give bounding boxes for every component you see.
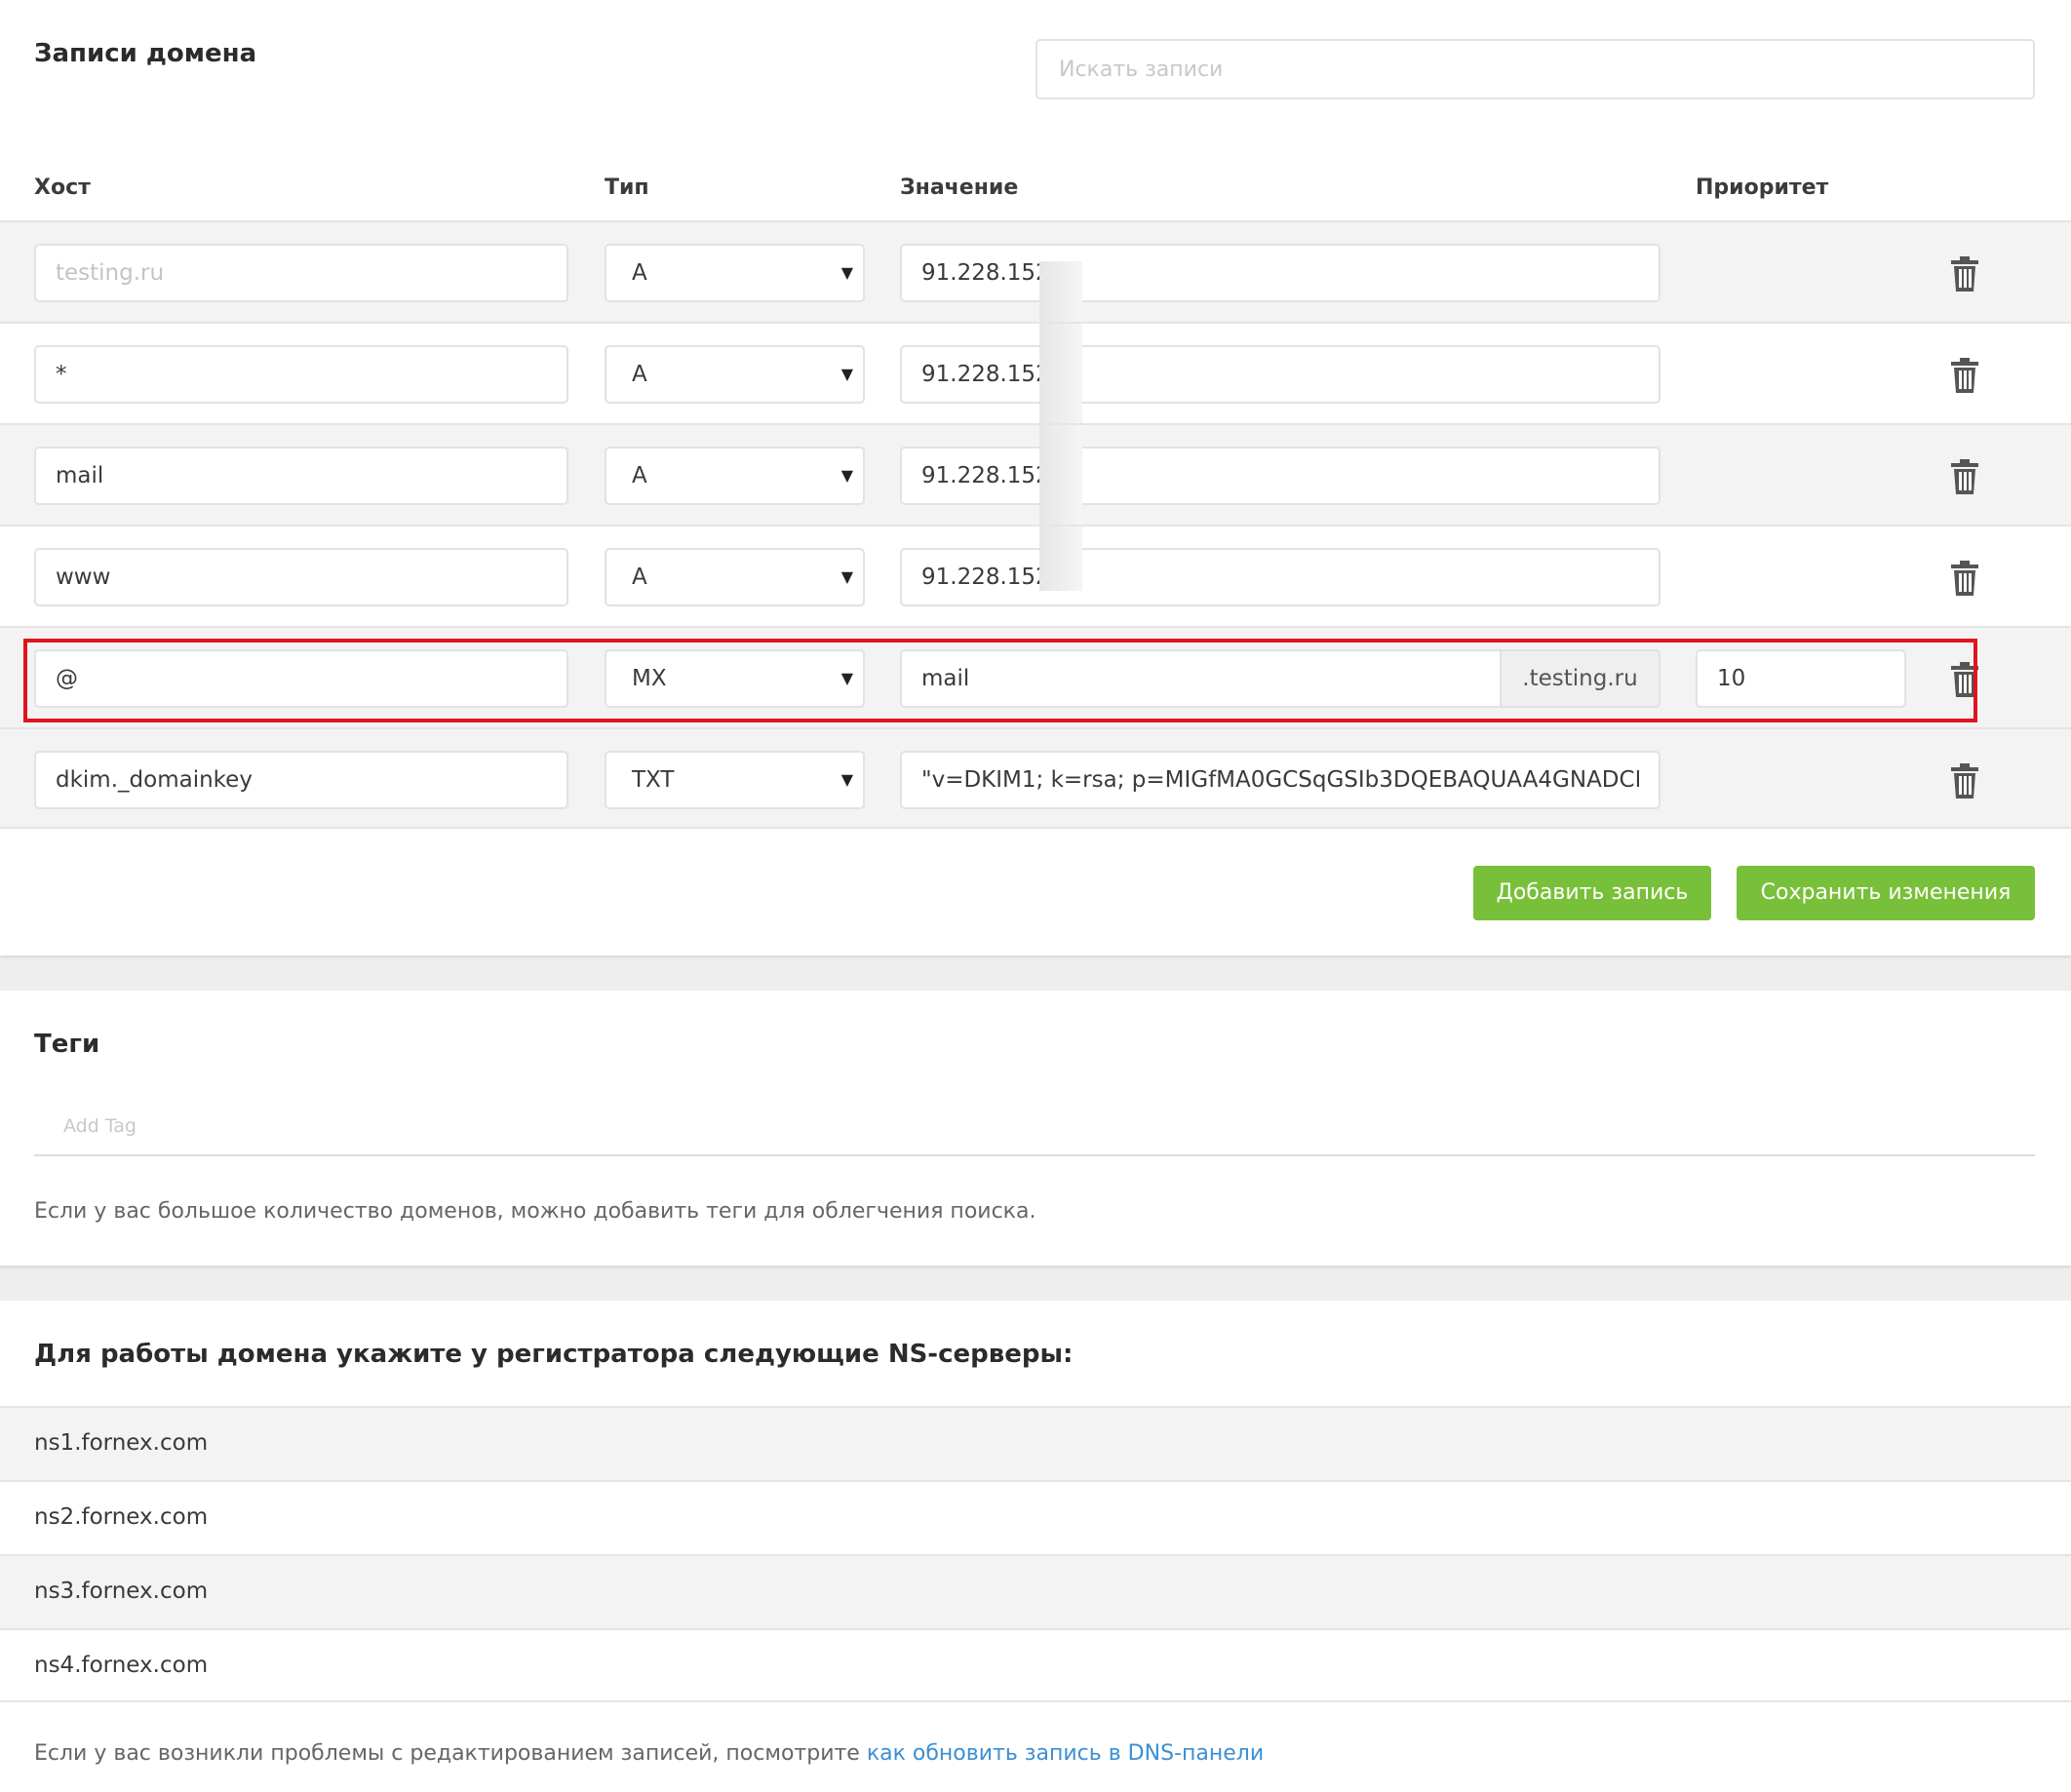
dns-records-card: Записи домена Хост Тип Значение Приорите… bbox=[0, 0, 2071, 955]
ns-servers-card: Для работы домена укажите у регистратора… bbox=[0, 1301, 2071, 1792]
record-row-2: A ▼ bbox=[0, 423, 2071, 526]
highlight-box bbox=[23, 639, 1977, 722]
column-header-value: Значение bbox=[900, 175, 1019, 200]
chevron-down-icon: ▼ bbox=[840, 770, 853, 789]
column-header-priority: Приоритет bbox=[1696, 175, 1829, 200]
redaction-blur bbox=[1039, 425, 1082, 526]
type-select-value: A bbox=[632, 565, 647, 590]
type-select[interactable]: TXT ▼ bbox=[605, 751, 865, 809]
tags-title: Теги bbox=[34, 1030, 100, 1059]
tags-card: Теги Если у вас большое количество домен… bbox=[0, 991, 2071, 1266]
type-select[interactable]: A ▼ bbox=[605, 345, 865, 404]
host-field[interactable] bbox=[34, 345, 568, 404]
ns-server-row: ns3.fornex.com bbox=[0, 1554, 2071, 1628]
type-select-value: A bbox=[632, 260, 647, 286]
records-title: Записи домена bbox=[34, 39, 257, 68]
value-field[interactable] bbox=[900, 244, 1661, 302]
record-row-0: A ▼ bbox=[0, 220, 2071, 326]
record-row-5: TXT ▼ bbox=[0, 727, 2071, 829]
ns-server-row: ns2.fornex.com bbox=[0, 1480, 2071, 1554]
type-select[interactable]: A ▼ bbox=[605, 447, 865, 505]
host-field[interactable] bbox=[34, 244, 568, 302]
type-select[interactable]: A ▼ bbox=[605, 548, 865, 606]
ns-title: Для работы домена укажите у регистратора… bbox=[34, 1340, 1074, 1369]
type-select-value: TXT bbox=[632, 767, 675, 793]
column-header-host: Хост bbox=[34, 175, 91, 200]
type-select-value: A bbox=[632, 463, 647, 488]
chevron-down-icon: ▼ bbox=[840, 263, 853, 282]
column-header-type: Тип bbox=[605, 175, 649, 200]
host-field[interactable] bbox=[34, 548, 568, 606]
type-select-value: A bbox=[632, 362, 647, 387]
dns-panel-help-link[interactable]: как обновить запись в DNS-панели bbox=[867, 1741, 1264, 1766]
tags-hint: Если у вас большое количество доменов, м… bbox=[34, 1199, 1036, 1224]
record-row-1: A ▼ bbox=[0, 322, 2071, 425]
value-field[interactable] bbox=[900, 447, 1661, 505]
chevron-down-icon: ▼ bbox=[840, 466, 853, 485]
add-tag-input[interactable] bbox=[34, 1098, 2035, 1156]
ns-server-row: ns4.fornex.com bbox=[0, 1628, 2071, 1702]
redaction-blur bbox=[1039, 526, 1082, 591]
redaction-blur bbox=[1039, 324, 1082, 425]
ns-help-prefix: Если у вас возникли проблемы с редактиро… bbox=[34, 1741, 867, 1766]
trash-icon[interactable] bbox=[1948, 762, 1981, 799]
ns-server-row: ns1.fornex.com bbox=[0, 1406, 2071, 1480]
type-select[interactable]: A ▼ bbox=[605, 244, 865, 302]
record-row-3: A ▼ bbox=[0, 525, 2071, 626]
search-records-input[interactable] bbox=[1036, 39, 2035, 99]
add-record-button[interactable]: Добавить запись bbox=[1473, 866, 1711, 920]
host-field[interactable] bbox=[34, 447, 568, 505]
trash-icon[interactable] bbox=[1948, 357, 1981, 394]
chevron-down-icon: ▼ bbox=[840, 365, 853, 383]
ns-help-text: Если у вас возникли проблемы с редактиро… bbox=[34, 1741, 1264, 1766]
trash-icon[interactable] bbox=[1948, 458, 1981, 495]
save-changes-button[interactable]: Сохранить изменения bbox=[1737, 866, 2035, 920]
redaction-blur bbox=[1039, 261, 1082, 326]
chevron-down-icon: ▼ bbox=[840, 567, 853, 586]
value-field[interactable] bbox=[900, 751, 1661, 809]
trash-icon[interactable] bbox=[1948, 255, 1981, 292]
value-field[interactable] bbox=[900, 548, 1661, 606]
trash-icon[interactable] bbox=[1948, 560, 1981, 597]
value-field[interactable] bbox=[900, 345, 1661, 404]
host-field[interactable] bbox=[34, 751, 568, 809]
